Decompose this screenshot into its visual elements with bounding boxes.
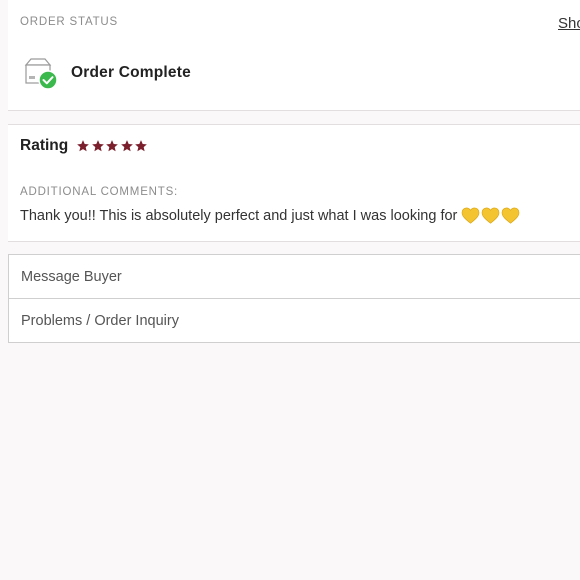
star-icon bbox=[106, 140, 119, 152]
additional-comments-label: ADDITIONAL COMMENTS: bbox=[20, 186, 179, 198]
order-actions-list: Message Buyer Problems / Order Inquiry bbox=[8, 254, 580, 343]
rating-stars bbox=[76, 139, 149, 153]
star-icon bbox=[77, 140, 90, 152]
comment-text-row: Thank you!! This is absolutely perfect a… bbox=[20, 207, 521, 224]
order-inquiry-button[interactable]: Problems / Order Inquiry bbox=[9, 298, 580, 342]
rating-label: Rating bbox=[20, 137, 69, 154]
rating-row: Rating bbox=[20, 137, 149, 155]
order-status-card: ORDER STATUS Sho Order Complete bbox=[8, 0, 580, 111]
yellow-heart-icon bbox=[482, 207, 500, 224]
yellow-heart-icon bbox=[462, 207, 480, 224]
message-buyer-button[interactable]: Message Buyer bbox=[9, 255, 580, 298]
star-icon bbox=[135, 140, 148, 152]
star-icon bbox=[120, 140, 133, 152]
comment-text: Thank you!! This is absolutely perfect a… bbox=[20, 207, 458, 224]
order-status-text: Order Complete bbox=[71, 64, 191, 81]
box-check-icon bbox=[22, 56, 58, 90]
order-status-row: Order Complete bbox=[22, 56, 191, 90]
order-status-label: ORDER STATUS bbox=[20, 16, 118, 28]
yellow-heart-icon bbox=[502, 207, 520, 224]
review-card: Rating ADDITIONAL COMMENTS: Thank you!! … bbox=[8, 124, 580, 242]
show-link[interactable]: Sho bbox=[558, 15, 580, 32]
star-icon bbox=[91, 140, 104, 152]
heart-emojis bbox=[461, 207, 521, 224]
